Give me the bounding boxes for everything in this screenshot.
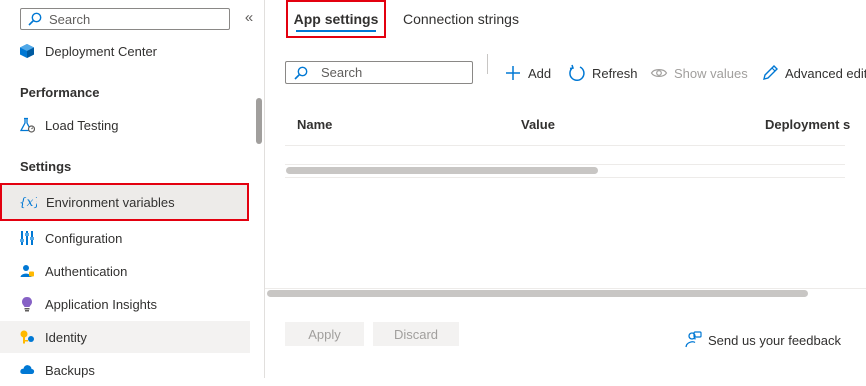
authentication-icon (18, 262, 36, 280)
toolbar-divider (487, 54, 488, 74)
sidebar-item-identity[interactable]: Identity (0, 321, 250, 353)
active-tab-indicator (296, 30, 376, 32)
column-header-deployment-slot[interactable]: Deployment s (765, 117, 866, 132)
feedback-icon (684, 331, 702, 349)
tab-label: App settings (293, 11, 379, 27)
sidebar-search-placeholder: Search (49, 11, 91, 27)
show-values-button[interactable]: Show values (650, 62, 748, 84)
settings-search-input[interactable]: Search (285, 61, 473, 84)
tab-label: Connection strings (403, 11, 519, 27)
sidebar-scrollbar-thumb[interactable] (256, 98, 262, 144)
sidebar-item-label: Identity (45, 329, 87, 345)
section-heading-performance: Performance (20, 85, 100, 100)
load-testing-icon (18, 116, 36, 134)
column-header-value[interactable]: Value (521, 117, 555, 132)
table-horizontal-scrollbar-thumb[interactable] (286, 167, 598, 174)
send-feedback-link[interactable]: Send us your feedback (684, 331, 841, 349)
search-icon (27, 11, 43, 27)
apply-button[interactable]: Apply (285, 322, 364, 346)
sidebar-item-application-insights[interactable]: Application Insights (0, 288, 250, 320)
svg-text:{x}: {x} (19, 195, 37, 209)
refresh-icon (568, 64, 586, 82)
edit-pencil-icon (761, 64, 779, 82)
advanced-edit-button[interactable]: Advanced edit (761, 62, 866, 84)
content-horizontal-scrollbar-thumb[interactable] (267, 290, 808, 297)
sidebar-item-authentication[interactable]: Authentication (0, 255, 250, 287)
environment-variables-icon: {x} (19, 193, 37, 211)
configuration-icon (18, 229, 36, 247)
sidebar-item-label: Application Insights (45, 296, 158, 312)
table-row-divider (285, 145, 845, 146)
section-heading-settings: Settings (20, 159, 72, 174)
add-icon (504, 64, 522, 82)
sidebar-item-deployment-center[interactable]: Deployment Center (0, 35, 250, 67)
sidebar-item-environment-variables[interactable]: {x} Environment variables (0, 183, 249, 221)
identity-icon (18, 328, 36, 346)
deployment-center-icon (18, 42, 36, 60)
sidebar-search-input[interactable]: Search (20, 8, 230, 30)
sidebar-item-load-testing[interactable]: Load Testing (0, 109, 250, 141)
sidebar-item-backups[interactable]: Backups (0, 354, 250, 386)
application-insights-icon (18, 295, 36, 313)
add-label: Add (528, 65, 552, 81)
show-values-label: Show values (674, 65, 748, 81)
sidebar-item-label: Load Testing (45, 117, 119, 133)
sidebar-item-label: Deployment Center (45, 43, 157, 59)
backups-icon (18, 361, 36, 379)
search-icon (293, 65, 309, 81)
sidebar-item-configuration[interactable]: Configuration (0, 222, 250, 254)
advanced-edit-label: Advanced edit (785, 65, 866, 81)
tab-app-settings[interactable]: App settings (286, 0, 386, 38)
refresh-label: Refresh (592, 65, 638, 81)
collapse-sidebar-button[interactable]: « (241, 9, 257, 27)
discard-button[interactable]: Discard (373, 322, 459, 346)
sidebar-item-label: Environment variables (46, 194, 175, 210)
refresh-button[interactable]: Refresh (568, 62, 638, 84)
tab-connection-strings[interactable]: Connection strings (403, 0, 519, 38)
sidebar-item-label: Authentication (45, 263, 128, 279)
sidebar-item-label: Backups (45, 362, 95, 378)
add-button[interactable]: Add (504, 62, 551, 84)
eye-icon (650, 64, 668, 82)
column-header-name[interactable]: Name (297, 117, 332, 132)
sidebar-scrollbar[interactable] (253, 40, 263, 378)
feedback-label: Send us your feedback (708, 332, 841, 348)
sidebar-item-label: Configuration (45, 230, 123, 246)
settings-search-placeholder: Search (321, 65, 363, 80)
